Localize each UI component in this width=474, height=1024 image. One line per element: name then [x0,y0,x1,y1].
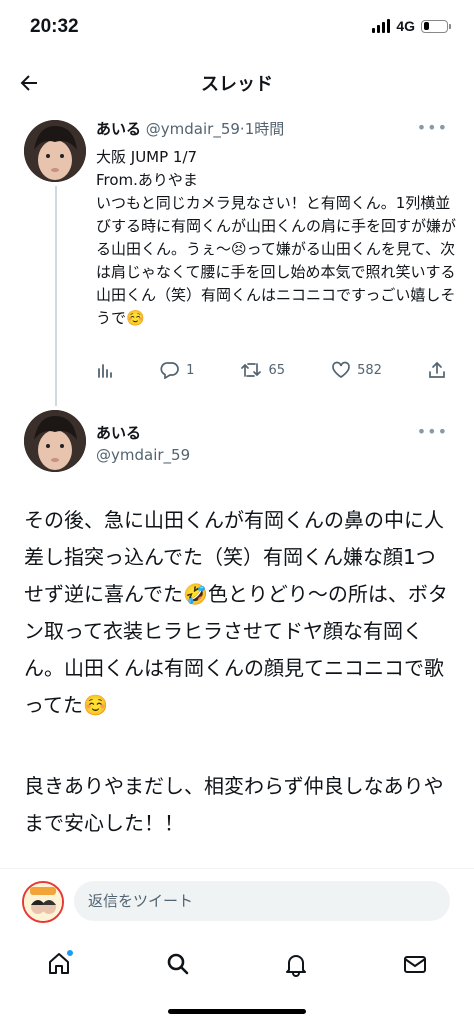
notification-dot [67,950,74,956]
tweet-actions: 1 65 582 [96,361,446,379]
battery-level [423,22,429,30]
status-bar: 20:32 4G [0,0,474,58]
thread-connector [55,186,57,406]
display-name[interactable]: あいる [96,422,141,443]
more-options-icon[interactable]: ••• [417,422,448,441]
avatar-image [24,410,86,472]
reply-icon [160,362,179,379]
page-title: スレッド [201,74,273,95]
battery-icon [421,19,451,33]
tweet-text: 大阪 JUMP 1/7 From.ありやま いつもと同じカメラ見なさい！と有岡く… [96,148,457,327]
avatar-image [24,120,86,182]
my-avatar [22,881,64,923]
my-avatar-image [24,883,62,921]
retweet-icon [241,363,262,377]
bell-icon [286,955,307,977]
analytics-icon [98,364,112,378]
analytics-button[interactable] [96,361,114,379]
retweet-count: 65 [268,362,285,378]
tweet-text-continued: 良きありやまだし、相変わらず仲良しなありやまで安心した！！ [24,774,444,835]
user-handle[interactable]: @ymdair_59 [146,120,240,138]
search-icon [167,953,189,975]
mail-icon [403,956,426,973]
tweet-time: ·1時間 [239,120,285,138]
nav-messages[interactable] [395,944,435,984]
like-count: 582 [357,362,382,378]
like-button[interactable]: 582 [331,361,382,379]
home-indicator [168,1009,306,1014]
more-options-icon[interactable]: ••• [417,118,448,137]
user-handle[interactable]: @ymdair_59 [96,446,190,464]
signal-icon [372,19,391,33]
reply-input[interactable]: 返信をツイート [74,881,450,921]
nav-notifications[interactable] [276,944,316,984]
reply-button[interactable]: 1 [160,361,194,379]
tweet-header: あいる @ymdair_59·1時間 [96,118,284,139]
network-type: 4G [396,18,415,34]
avatar[interactable] [24,410,86,472]
avatar[interactable] [24,120,86,182]
reply-bar: 返信をツイート [0,868,474,932]
share-icon [429,361,445,378]
display-name[interactable]: あいる [96,120,141,138]
status-time: 20:32 [30,16,79,37]
heart-icon [332,361,350,379]
header: スレッド [0,58,474,108]
tweet-text: その後、急に山田くんが有岡くんの鼻の中に人差し指突っ込んでた（笑）有岡くん嫌な顔… [24,508,448,717]
reply-count: 1 [186,362,195,378]
nav-search[interactable] [158,944,198,984]
retweet-button[interactable]: 65 [240,361,285,379]
status-icons: 4G [372,18,451,34]
nav-home[interactable] [39,944,79,984]
share-button[interactable] [428,361,446,379]
